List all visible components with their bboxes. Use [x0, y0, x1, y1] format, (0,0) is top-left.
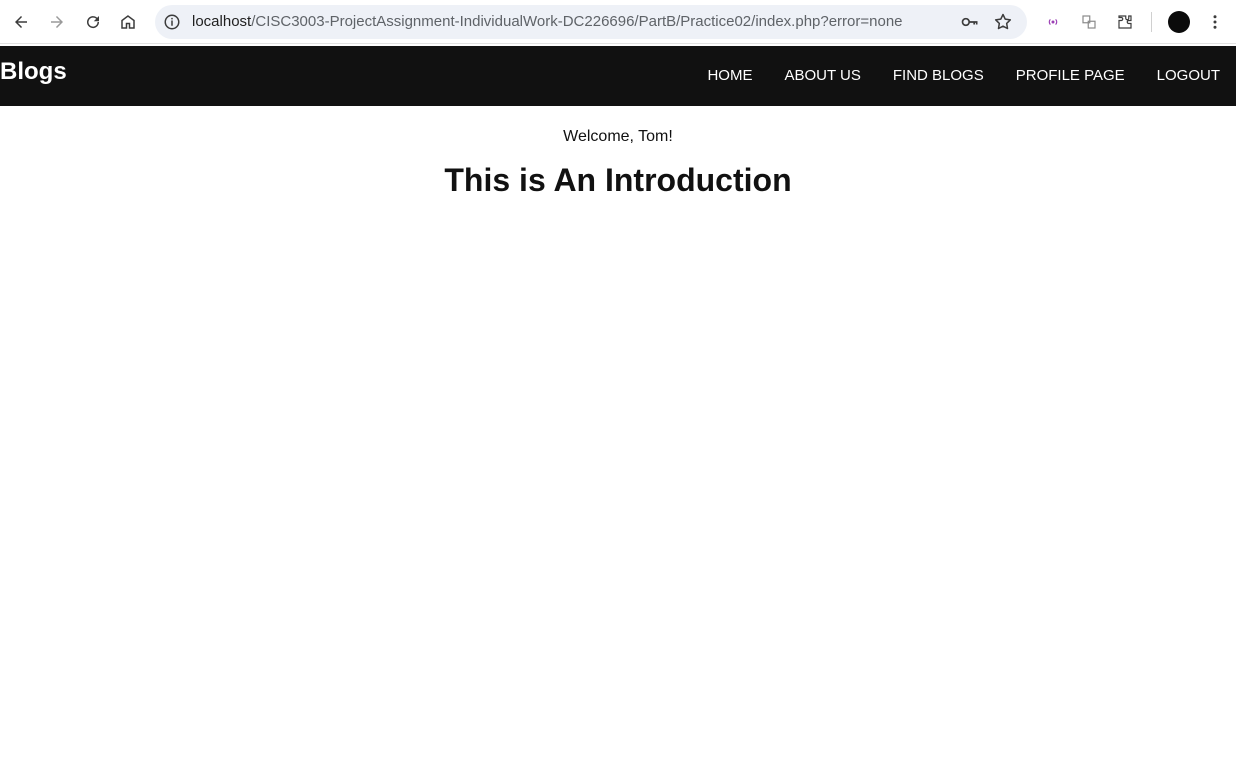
welcome-message: Welcome, Tom!: [563, 128, 673, 145]
back-icon[interactable]: [7, 8, 35, 36]
page-title: This is An Introduction: [444, 162, 792, 198]
menu-dots-icon[interactable]: [1201, 8, 1229, 36]
url-path: /CISC3003-ProjectAssignment-IndividualWo…: [251, 13, 903, 30]
info-icon[interactable]: [163, 13, 181, 31]
cast-icon[interactable]: [1039, 8, 1067, 36]
key-icon[interactable]: [960, 12, 980, 32]
home-icon[interactable]: [114, 8, 142, 36]
extensions-icon[interactable]: [1111, 8, 1139, 36]
url-text[interactable]: localhost/CISC3003-ProjectAssignment-Ind…: [192, 13, 903, 30]
nav-link-logout[interactable]: LOGOUT: [1141, 46, 1236, 106]
nav-link-profile-page[interactable]: PROFILE PAGE: [1000, 46, 1141, 106]
browser-toolbar: localhost/CISC3003-ProjectAssignment-Ind…: [0, 0, 1236, 44]
forward-icon[interactable]: [43, 8, 71, 36]
star-icon[interactable]: [993, 12, 1013, 32]
site-navbar: Blogs HOME ABOUT US FIND BLOGS PROFILE P…: [0, 46, 1236, 106]
toolbar-separator: [1151, 12, 1152, 32]
profile-avatar[interactable]: [1168, 11, 1190, 33]
brand-logo[interactable]: Blogs: [0, 58, 67, 86]
translate-icon[interactable]: [1075, 8, 1103, 36]
nav-link-about-us[interactable]: ABOUT US: [768, 46, 876, 106]
nav-link-find-blogs[interactable]: FIND BLOGS: [877, 46, 1000, 106]
nav-links: HOME ABOUT US FIND BLOGS PROFILE PAGE LO…: [691, 46, 1236, 106]
address-bar[interactable]: localhost/CISC3003-ProjectAssignment-Ind…: [155, 5, 1027, 39]
url-host: localhost: [192, 13, 252, 30]
nav-link-home[interactable]: HOME: [691, 46, 768, 106]
reload-icon[interactable]: [79, 8, 107, 36]
